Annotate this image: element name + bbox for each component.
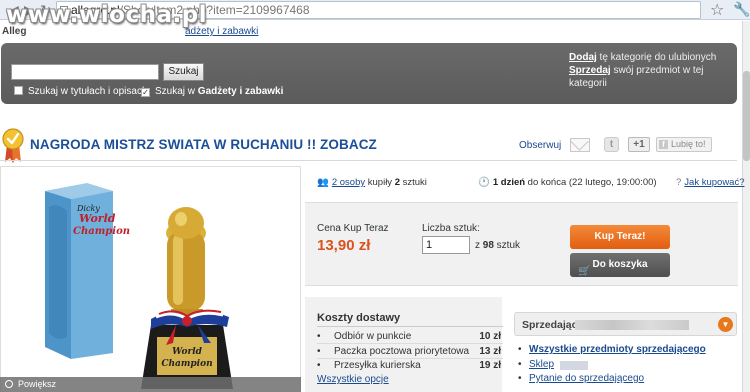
observe-link[interactable]: Obserwuj bbox=[519, 140, 561, 151]
buyers-text: kupiły bbox=[365, 177, 395, 188]
scrollbar-thumb[interactable] bbox=[743, 71, 750, 161]
product-photo-drawing: Dicky World Champion World Champion bbox=[45, 183, 233, 389]
search-titles-checkbox[interactable] bbox=[14, 86, 23, 95]
buyers-link[interactable]: 2 osoby bbox=[332, 177, 365, 188]
box-champion-text: Champion bbox=[73, 226, 130, 237]
mail-icon[interactable] bbox=[570, 138, 590, 152]
seller-dropdown[interactable]: Sprzedający ▼ bbox=[514, 312, 737, 336]
delivery-title: Koszty dostawy bbox=[317, 312, 401, 324]
delivery-cost: 10 zł bbox=[479, 331, 501, 342]
facebook-like-button[interactable]: f Lubię to! bbox=[656, 137, 712, 152]
twitter-icon[interactable]: t bbox=[604, 137, 619, 152]
product-image[interactable]: Dicky World Champion World Champion bbox=[0, 166, 301, 392]
shop-name-redacted bbox=[560, 361, 588, 370]
bullet: • bbox=[317, 331, 321, 342]
clock-icon: 🕐 bbox=[478, 177, 490, 188]
delivery-method: Odbiór w punkcie bbox=[334, 331, 412, 342]
wrench-icon[interactable]: 🔧 bbox=[733, 1, 750, 18]
quantity-available-value: 98 bbox=[482, 240, 494, 251]
google-plus-button[interactable]: +1 bbox=[628, 137, 650, 152]
delivery-method: Paczka pocztowa priorytetowa bbox=[334, 346, 470, 357]
search-category-prefix: Szukaj w bbox=[155, 86, 198, 97]
divider bbox=[317, 326, 503, 327]
add-to-cart-button[interactable]: 🛒 Do koszyka bbox=[570, 253, 670, 277]
search-panel: Szukaj Szukaj w tytułach i opisach ✓ Szuk… bbox=[1, 43, 737, 104]
chevron-down-icon[interactable]: ▼ bbox=[718, 317, 733, 332]
box-world-text: World bbox=[79, 212, 116, 225]
price-value: 13,90 zł bbox=[317, 237, 371, 254]
quantity-field[interactable] bbox=[422, 236, 470, 254]
facebook-icon: f bbox=[659, 140, 668, 149]
bullet: • bbox=[518, 344, 522, 355]
add-to-cart-label: Do koszyka bbox=[592, 259, 648, 270]
delivery-cost: 13 zł bbox=[479, 346, 501, 357]
delivery-method: Przesyłka kurierska bbox=[334, 360, 421, 371]
page-scrollbar[interactable] bbox=[742, 21, 750, 392]
zoom-label[interactable]: Powiększ bbox=[0, 377, 301, 392]
divider bbox=[317, 343, 503, 344]
bullet: • bbox=[317, 346, 321, 357]
page-title: NAGRODA MISTRZ SWIATA W RUCHANIU !! ZOBA… bbox=[30, 137, 377, 152]
plaque-world-text: World bbox=[172, 347, 203, 357]
quantity-available: z 98 sztuk bbox=[475, 240, 520, 251]
search-button[interactable]: Szukaj bbox=[163, 63, 204, 81]
divider bbox=[317, 358, 503, 359]
quantity-label: Liczba sztuk: bbox=[422, 223, 480, 234]
delivery-cost: 19 zł bbox=[479, 360, 501, 371]
help-icon: ? bbox=[676, 177, 682, 188]
quantity-of-prefix: z bbox=[475, 240, 483, 251]
search-category-checkbox[interactable]: ✓ bbox=[141, 88, 150, 97]
quantity-unit: sztuk bbox=[493, 240, 521, 251]
how-to-buy[interactable]: ? Jak kupować? bbox=[676, 177, 745, 188]
buy-box: Cena Kup Teraz 13,90 zł Liczba sztuk: z … bbox=[305, 202, 738, 286]
people-icon: 👥 bbox=[317, 177, 329, 188]
favorites-info: Dodaj tę kategorię do ulubionych Sprzeda… bbox=[569, 51, 734, 90]
search-titles-label: Szukaj w tytułach i opisach bbox=[28, 86, 148, 97]
medal-icon bbox=[2, 128, 24, 163]
search-category-name: Gadżety i zabawki bbox=[197, 86, 284, 97]
facebook-like-label: Lubię to! bbox=[671, 139, 706, 149]
seller-shop-link[interactable]: Sklep bbox=[529, 359, 554, 370]
seller-all-items-link[interactable]: Wszystkie przedmioty sprzedającego bbox=[529, 344, 706, 355]
how-to-buy-link[interactable]: Jak kupować? bbox=[684, 177, 744, 188]
buy-now-button[interactable]: Kup Teraz! bbox=[570, 225, 670, 249]
add-favorite-text: tę kategorię do ulubionych bbox=[596, 52, 717, 63]
item-stats: 👥 2 osoby kupiły 2 sztuki 🕐 1 dzień do koń… bbox=[305, 166, 745, 198]
search-titles-option[interactable]: Szukaj w tytułach i opisach bbox=[14, 86, 148, 97]
bookmark-star-icon[interactable]: ☆ bbox=[710, 0, 724, 20]
sell-link[interactable]: Sprzedaj bbox=[569, 65, 611, 76]
plaque-champion-text: Champion bbox=[161, 359, 212, 369]
add-favorite-link[interactable]: Dodaj bbox=[569, 52, 597, 63]
divider bbox=[0, 160, 737, 161]
seller-name-redacted bbox=[575, 320, 689, 330]
bullet: • bbox=[518, 359, 522, 370]
all-delivery-options-link[interactable]: Wszystkie opcje bbox=[317, 374, 389, 385]
watermark: www.wiocha.pl bbox=[6, 2, 208, 28]
bullet: • bbox=[317, 360, 321, 371]
buyers-unit: sztuki bbox=[400, 177, 427, 188]
bullet: • bbox=[518, 373, 522, 384]
search-input[interactable] bbox=[11, 64, 159, 80]
cart-icon: 🛒 bbox=[578, 266, 591, 277]
buyers-stat: 👥 2 osoby kupiły 2 sztuki bbox=[317, 177, 427, 188]
search-category-option[interactable]: ✓ Szukaj w Gadżety i zabawki bbox=[141, 86, 283, 97]
ask-seller-link[interactable]: Pytanie do sprzedającego bbox=[529, 373, 644, 384]
price-label: Cena Kup Teraz bbox=[317, 223, 389, 234]
time-left-stat: 🕐 1 dzień do końca (22 lutego, 19:00:00) bbox=[478, 177, 657, 188]
time-left-text: do końca (22 lutego, 19:00:00) bbox=[525, 177, 657, 188]
time-left-value: 1 dzień bbox=[492, 177, 526, 188]
